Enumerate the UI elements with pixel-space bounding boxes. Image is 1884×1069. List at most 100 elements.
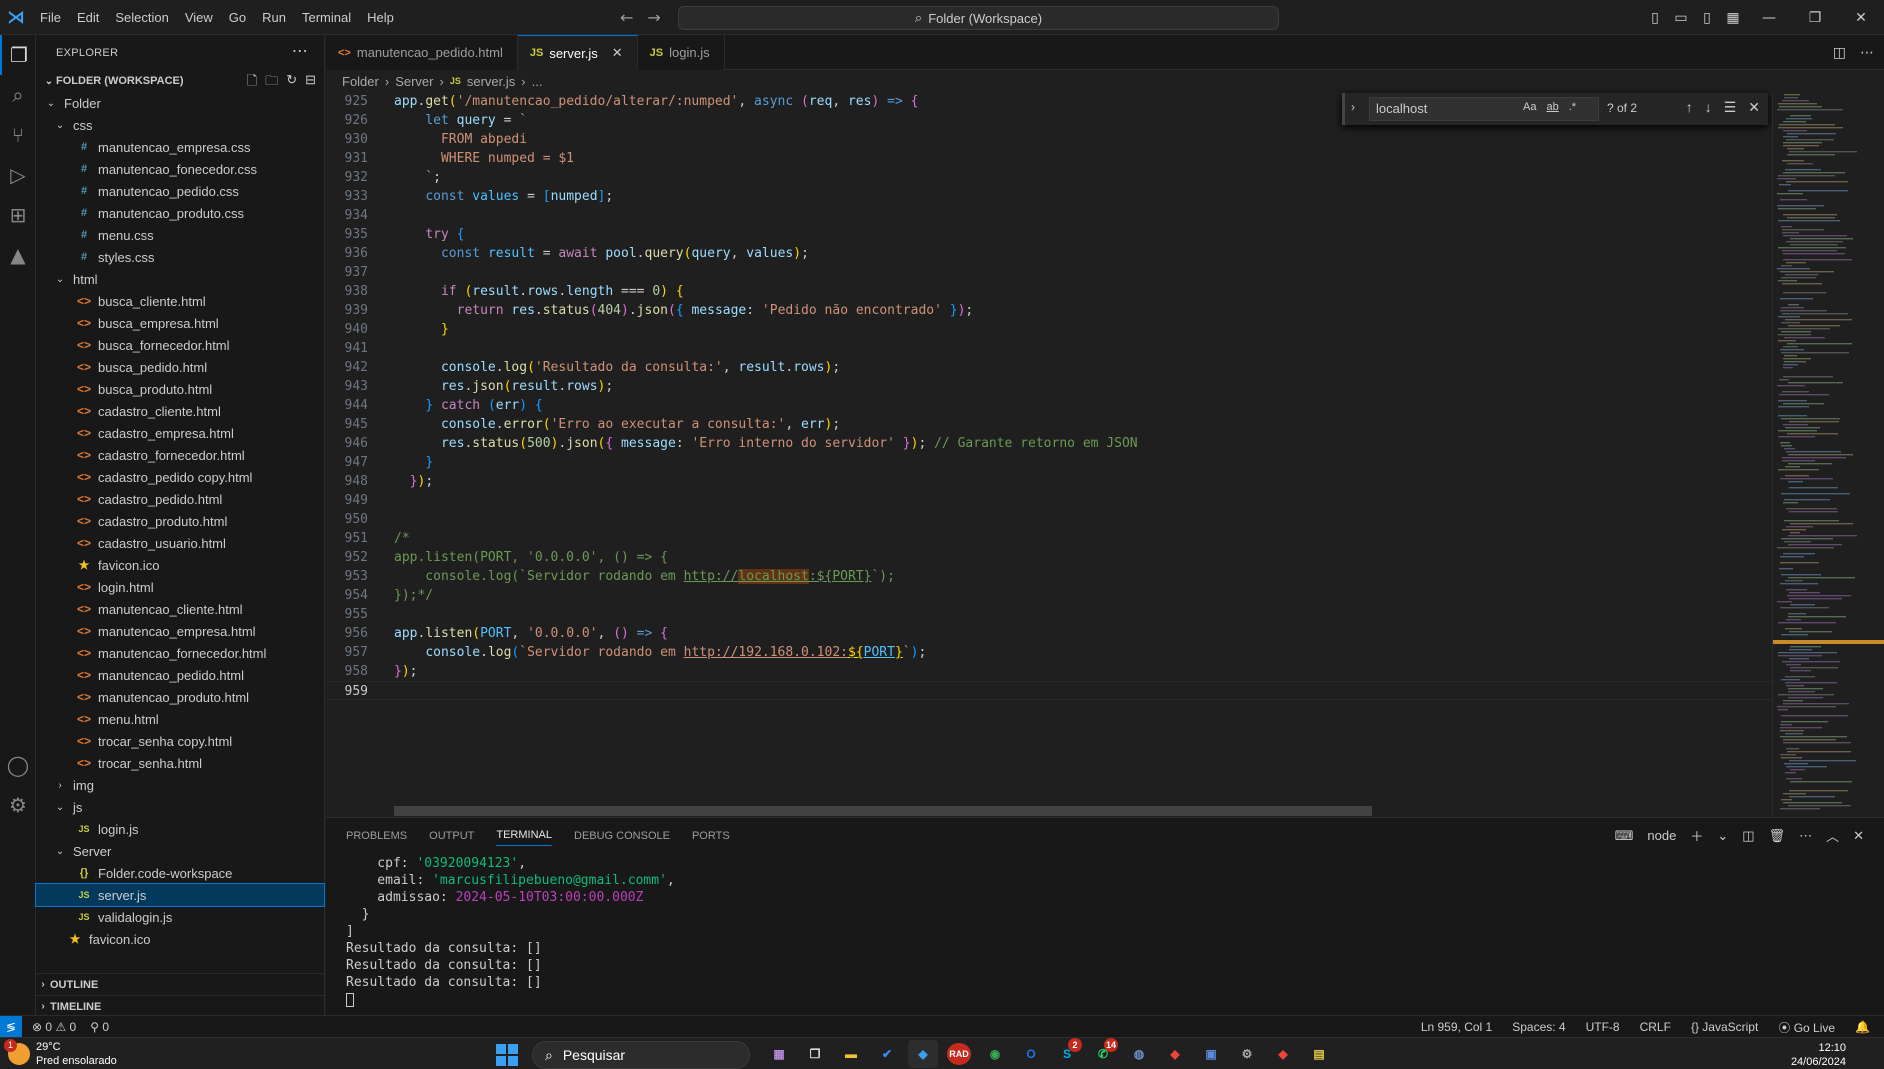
manage-gear-icon[interactable]: ⚙ bbox=[0, 785, 36, 825]
outlook-icon[interactable]: O bbox=[1016, 1040, 1046, 1068]
tree-item[interactable]: <> busca_pedido.html bbox=[36, 356, 324, 378]
tree-item[interactable]: ★ favicon.ico bbox=[36, 554, 324, 576]
notes-icon[interactable]: ▤ bbox=[1304, 1040, 1334, 1068]
anydesk-2-icon[interactable]: ◆ bbox=[1268, 1040, 1298, 1068]
panel-tab-ports[interactable]: PORTS bbox=[692, 830, 730, 842]
skype-icon[interactable]: S2 bbox=[1052, 1038, 1082, 1068]
remote-icon[interactable]: ≶ bbox=[0, 1015, 22, 1038]
angular-icon[interactable]: ▲ bbox=[0, 235, 36, 275]
task-view-icon[interactable]: ❐ bbox=[800, 1040, 830, 1068]
minimize-button[interactable]: — bbox=[1746, 10, 1792, 26]
command-center[interactable]: ⌕ Folder (Workspace) bbox=[678, 6, 1279, 30]
outline-section[interactable]: › OUTLINE bbox=[36, 973, 325, 995]
tree-item[interactable]: <> manutencao_fornecedor.html bbox=[36, 642, 324, 664]
breadcrumb-folder[interactable]: Folder bbox=[342, 74, 379, 89]
match-case-toggle[interactable]: Aa bbox=[1523, 101, 1536, 113]
tree-item[interactable]: <> trocar_senha copy.html bbox=[36, 730, 324, 752]
vscode-icon[interactable]: ◆ bbox=[908, 1040, 938, 1068]
menu-view[interactable]: View bbox=[177, 0, 221, 35]
tree-item[interactable]: <> cadastro_pedido.html bbox=[36, 488, 324, 510]
tab-manutencao-pedido-html[interactable]: <> manutencao_pedido.html bbox=[326, 35, 518, 70]
source-control-icon[interactable]: ⑂ bbox=[0, 115, 36, 155]
indentation[interactable]: Spaces: 4 bbox=[1512, 1020, 1565, 1034]
panel-tab-terminal[interactable]: TERMINAL bbox=[496, 829, 552, 846]
line-ending[interactable]: CRLF bbox=[1640, 1020, 1671, 1034]
tree-item[interactable]: <> cadastro_pedido copy.html bbox=[36, 466, 324, 488]
panel-tab-output[interactable]: OUTPUT bbox=[429, 830, 474, 842]
tree-item[interactable]: <> cadastro_cliente.html bbox=[36, 400, 324, 422]
tree-item[interactable]: <> busca_produto.html bbox=[36, 378, 324, 400]
tree-item[interactable]: <> trocar_senha.html bbox=[36, 752, 324, 774]
remote-icon[interactable]: ▣ bbox=[1196, 1040, 1226, 1068]
terminal-shell-name[interactable]: node bbox=[1647, 828, 1676, 843]
tab-server-js[interactable]: JS server.js ✕ bbox=[517, 35, 638, 70]
more-actions-icon[interactable]: ⋯ bbox=[1860, 45, 1874, 61]
menu-terminal[interactable]: Terminal bbox=[294, 0, 359, 35]
refresh-icon[interactable]: ↻ bbox=[286, 72, 297, 94]
split-editor-icon[interactable]: ◫ bbox=[1833, 45, 1846, 61]
explorer-icon[interactable]: ❐ bbox=[0, 35, 36, 75]
taskbar-search[interactable]: ⌕ Pesquisar bbox=[532, 1041, 750, 1069]
collapse-all-icon[interactable]: ⊟ bbox=[305, 72, 316, 94]
tree-item[interactable]: ⌄ Folder bbox=[36, 92, 324, 114]
tree-item[interactable]: JS login.js bbox=[36, 818, 324, 840]
toggle-secondary-sidebar-icon[interactable]: ▯ bbox=[1694, 10, 1720, 26]
tree-item[interactable]: ⌄ Server bbox=[36, 840, 324, 862]
new-terminal-icon[interactable]: ＋ bbox=[1690, 826, 1703, 845]
problems-status[interactable]: ⊗ 0 ⚠ 0 bbox=[32, 1020, 76, 1034]
tree-item[interactable]: # manutencao_produto.css bbox=[36, 202, 324, 224]
tree-item[interactable]: <> cadastro_produto.html bbox=[36, 510, 324, 532]
whatsapp-icon[interactable]: ✆ 14 bbox=[1088, 1038, 1118, 1068]
account-icon[interactable]: ◯ bbox=[0, 745, 36, 785]
anydesk-1-icon[interactable]: ◆ bbox=[1160, 1040, 1190, 1068]
tree-item[interactable]: <> manutencao_produto.html bbox=[36, 686, 324, 708]
trash-icon[interactable]: 🗑 bbox=[1769, 828, 1786, 844]
run-debug-icon[interactable]: ▷ bbox=[0, 155, 36, 195]
chrome-icon[interactable]: ◉ bbox=[980, 1040, 1010, 1068]
workspace-header[interactable]: ⌄ FOLDER (WORKSPACE) 🗋 🗀 ↻ ⊟ bbox=[36, 70, 324, 92]
ports-status[interactable]: ⚲ 0 bbox=[90, 1020, 109, 1034]
weather-widget[interactable]: 1 29°C Pred ensolarado bbox=[4, 1039, 117, 1068]
tree-item[interactable]: ⌄ css bbox=[36, 114, 324, 136]
tree-item[interactable]: ⌄ js bbox=[36, 796, 324, 818]
menu-help[interactable]: Help bbox=[359, 0, 402, 35]
menu-run[interactable]: Run bbox=[254, 0, 294, 35]
maximize-panel-icon[interactable]: ︿ bbox=[1826, 826, 1839, 845]
notifications-icon[interactable]: 🔔 bbox=[1855, 1020, 1870, 1034]
panel-tab-problems[interactable]: PROBLEMS bbox=[346, 830, 407, 842]
tree-item[interactable]: <> busca_empresa.html bbox=[36, 312, 324, 334]
horizontal-scrollbar[interactable] bbox=[394, 806, 1372, 816]
back-arrow-icon[interactable]: ← bbox=[620, 8, 633, 27]
tree-item[interactable]: ⌄ html bbox=[36, 268, 324, 290]
terminal-output[interactable]: cpf: '03920094123', email: 'marcusfilipe… bbox=[346, 855, 675, 1008]
tree-item[interactable]: <> cadastro_fornecedor.html bbox=[36, 444, 324, 466]
rad-icon[interactable]: RAD bbox=[944, 1040, 974, 1068]
cursor-position[interactable]: Ln 959, Col 1 bbox=[1421, 1020, 1492, 1034]
file-explorer-icon[interactable]: ▬ bbox=[836, 1040, 866, 1068]
close-panel-icon[interactable]: ✕ bbox=[1853, 828, 1864, 844]
settings-icon[interactable]: ⚙ bbox=[1232, 1040, 1262, 1068]
todo-icon[interactable]: ✔ bbox=[872, 1040, 902, 1068]
tree-item[interactable]: # manutencao_pedido.css bbox=[36, 180, 324, 202]
close-window-button[interactable]: ✕ bbox=[1838, 10, 1884, 26]
code-editor[interactable]: 925 app.get('/manutencao_pedido/alterar/:… bbox=[326, 92, 1772, 817]
tree-item[interactable]: # manutencao_empresa.css bbox=[36, 136, 324, 158]
tree-item[interactable]: # manutencao_fonecedor.css bbox=[36, 158, 324, 180]
system-clock[interactable]: 12:10 24/06/2024 bbox=[1791, 1041, 1846, 1069]
new-file-icon[interactable]: 🗋 bbox=[247, 72, 257, 94]
menu-go[interactable]: Go bbox=[221, 0, 254, 35]
toggle-panel-icon[interactable]: ▭ bbox=[1668, 10, 1694, 26]
tree-item[interactable]: {} Folder.code-workspace bbox=[36, 862, 324, 884]
menu-edit[interactable]: Edit bbox=[69, 0, 107, 35]
timeline-section[interactable]: › TIMELINE bbox=[36, 995, 325, 1017]
menu-file[interactable]: File bbox=[32, 0, 69, 35]
close-tab-icon[interactable]: ✕ bbox=[612, 45, 623, 61]
tree-item[interactable]: <> menu.html bbox=[36, 708, 324, 730]
widgets-icon[interactable]: ▦ bbox=[764, 1040, 794, 1068]
new-folder-icon[interactable]: 🗀 bbox=[265, 72, 278, 94]
breadcrumb-file[interactable]: server.js bbox=[467, 74, 515, 89]
tree-item[interactable]: <> cadastro_empresa.html bbox=[36, 422, 324, 444]
next-match-icon[interactable]: ↓ bbox=[1705, 99, 1712, 116]
regex-toggle[interactable]: .* bbox=[1569, 101, 1576, 113]
start-button[interactable] bbox=[496, 1044, 518, 1066]
